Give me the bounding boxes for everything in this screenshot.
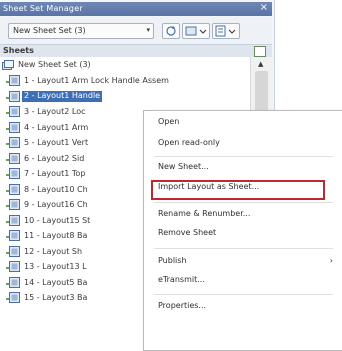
toolbar: New Sheet Set (3) ▾	[0, 17, 272, 45]
title-bar[interactable]: Sheet Set Manager ×	[0, 2, 272, 16]
refresh-icon	[166, 26, 176, 36]
menu-item[interactable]: Publish	[158, 256, 187, 265]
menu-item[interactable]: New Sheet...	[158, 162, 209, 171]
sheet-set-dropdown[interactable]: New Sheet Set (3) ▾	[8, 23, 154, 39]
sheets-tab-header[interactable]: Sheets	[0, 44, 272, 58]
sheet-icon	[6, 292, 20, 303]
scrollbar-thumb[interactable]	[255, 71, 268, 111]
sheet-set-dropdown-value: New Sheet Set (3)	[13, 26, 86, 35]
menu-separator	[154, 202, 333, 203]
sheet-row-label: 9 - Layout16 Ch	[24, 200, 88, 209]
menu-item[interactable]: Remove Sheet	[158, 228, 216, 237]
sheet-row-label: 5 - Layout1 Vert	[24, 138, 89, 147]
sheet-icon	[6, 106, 20, 117]
close-icon[interactable]: ×	[260, 2, 268, 13]
sheet-row-label: 13 - Layout13 L	[24, 262, 87, 271]
menu-item[interactable]: Properties...	[158, 301, 206, 310]
menu-separator	[154, 156, 333, 157]
sheet-icon	[6, 121, 20, 133]
menu-item[interactable]: Rename & Renumber...	[158, 209, 250, 218]
sheet-selections-button[interactable]	[212, 23, 240, 39]
sheet-icon	[6, 261, 20, 272]
menu-item[interactable]: Open	[158, 117, 179, 126]
sheet-row-label: 10 - Layout15 St	[24, 215, 91, 225]
menu-separator	[154, 294, 333, 295]
sheet-row-label: 8 - Layout10 Ch	[24, 184, 88, 194]
menu-item[interactable]: Import Layout as Sheet...	[158, 182, 259, 191]
sheet-row-label: 15 - Layout3 Ba	[24, 293, 88, 302]
menu-item[interactable]: Open read-only	[158, 138, 220, 147]
sheets-view-icon[interactable]	[254, 46, 266, 57]
sheet-set-root-label: New Sheet Set (3)	[18, 60, 91, 69]
context-menu: Open Open read-only New Sheet... Import Lay…	[143, 110, 342, 351]
publish-button[interactable]	[182, 23, 210, 39]
sheet-row-label: 2 - Layout1 Handle	[22, 90, 103, 102]
sheet-icon	[6, 214, 20, 226]
sheet-icon	[6, 245, 20, 257]
sheet-row-label: 11 - Layout8 Ba	[24, 231, 88, 240]
sheet-row-label: 3 - Layout2 Loc	[24, 107, 86, 116]
scroll-up-icon[interactable]: ▲	[258, 60, 263, 68]
sheet-row-label: 7 - Layout1 Top	[24, 169, 86, 178]
sheet-icon	[6, 152, 20, 164]
submenu-arrow-icon: ›	[329, 256, 333, 265]
sheet-row-label: 14 - Layout5 Ba	[24, 277, 88, 287]
sheet-icon	[6, 199, 20, 210]
chevron-down-icon: ▾	[146, 26, 150, 34]
sheets-tab-label: Sheets	[3, 46, 34, 55]
menu-item[interactable]: eTransmit...	[158, 275, 205, 284]
window-title: Sheet Set Manager	[3, 4, 83, 13]
sheet-row-label: 6 - Layout2 Sid	[24, 153, 85, 163]
sheet-row-label: 12 - Layout Sh	[24, 246, 83, 256]
sheet-icon	[6, 75, 20, 86]
sheet-selections-icon	[215, 25, 236, 37]
sheet-icon	[6, 276, 20, 288]
sheet-icon	[6, 137, 20, 148]
sheet-icon	[6, 168, 20, 179]
sheet-row-label: 4 - Layout1 Arm	[24, 122, 89, 132]
sheet-icon	[6, 230, 20, 241]
publish-icon	[185, 26, 207, 36]
refresh-status-button[interactable]	[162, 23, 180, 39]
sheet-icon	[6, 90, 20, 102]
sheet-icon	[6, 183, 20, 195]
sheet-row[interactable]: 2 - Layout1 Handle	[6, 90, 246, 103]
sheet-row[interactable]: 1 - Layout1 Arm Lock Handle Assem	[6, 74, 246, 87]
sheet-set-icon	[2, 60, 14, 70]
sheet-row-label: 1 - Layout1 Arm Lock Handle Assem	[24, 76, 169, 85]
menu-separator	[154, 248, 333, 249]
